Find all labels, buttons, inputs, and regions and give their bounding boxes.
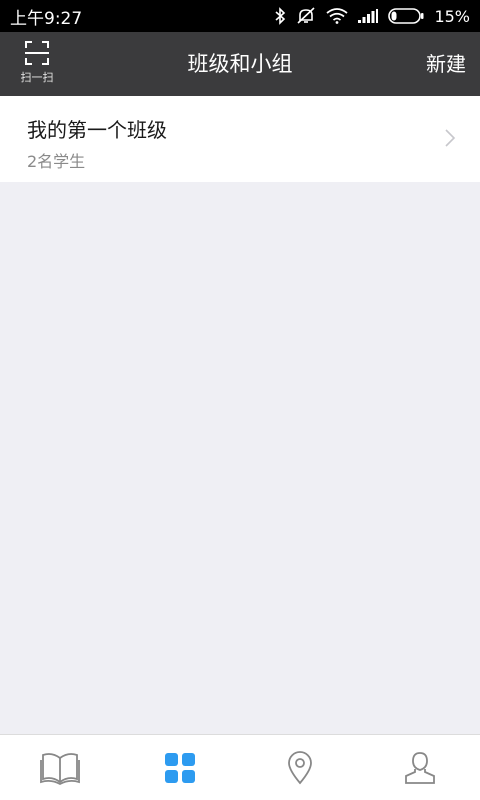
battery-icon [388, 8, 424, 24]
chevron-right-icon [445, 129, 456, 147]
user-icon [405, 751, 435, 784]
bottom-tab-bar [0, 734, 480, 800]
status-icons: 15% [274, 7, 470, 26]
grid-icon [165, 752, 195, 783]
class-student-count: 2名学生 [27, 152, 86, 171]
status-time: 上午9:27 [10, 8, 83, 29]
new-button[interactable]: 新建 [426, 32, 466, 96]
mute-icon [297, 7, 315, 24]
tab-book[interactable] [0, 735, 120, 800]
tab-profile[interactable] [360, 735, 480, 800]
status-bar: 上午9:27 15% [0, 0, 480, 32]
location-pin-icon [288, 750, 312, 784]
nav-bar: 扫一扫 班级和小组 新建 [0, 32, 480, 96]
class-name: 我的第一个班级 [27, 118, 167, 142]
scan-label: 扫一扫 [20, 71, 54, 84]
tab-classes[interactable] [120, 735, 240, 800]
tab-location[interactable] [240, 735, 360, 800]
book-icon [40, 752, 80, 785]
scan-icon [25, 41, 49, 65]
page-title: 班级和小组 [187, 52, 293, 76]
signal-icon [358, 9, 379, 23]
bluetooth-icon [275, 7, 286, 25]
scan-button[interactable]: 扫一扫 [12, 40, 62, 90]
class-list-item[interactable]: 我的第一个班级 2名学生 [0, 96, 480, 182]
wifi-icon [326, 8, 348, 24]
battery-percent: 15% [434, 6, 470, 26]
